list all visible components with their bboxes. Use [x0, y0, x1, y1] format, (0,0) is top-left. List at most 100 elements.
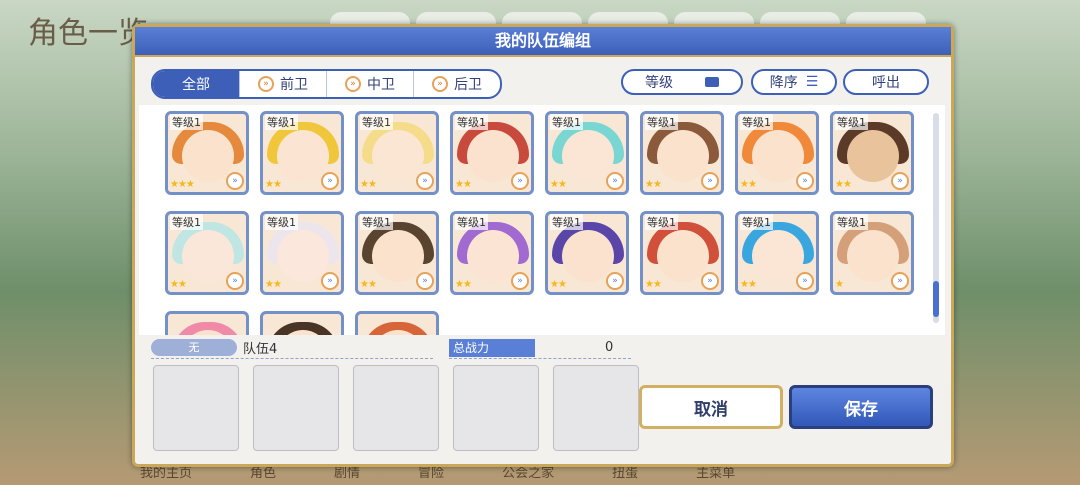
character-face — [277, 230, 329, 282]
character-card[interactable]: 等级1 ★★ » — [545, 111, 629, 195]
star-rating: ★★ — [645, 279, 662, 290]
level-label: 等级1 — [835, 214, 868, 230]
filter-label: 全部 — [182, 77, 210, 93]
position-icon: » — [511, 272, 529, 290]
character-card[interactable]: 等级1 ★★ » — [165, 211, 249, 295]
character-card[interactable]: 等级1 ★★ » — [260, 211, 344, 295]
character-card[interactable]: 等级1 ★★ » — [355, 111, 439, 195]
team-slot[interactable] — [553, 365, 639, 451]
position-icon: » — [891, 272, 909, 290]
team-badge: 无 — [151, 339, 237, 356]
sort-order-button[interactable]: 降序 ☰ — [751, 69, 837, 95]
character-card[interactable] — [165, 311, 249, 335]
character-face — [467, 130, 519, 182]
star-rating: ★★ — [550, 179, 567, 190]
character-card[interactable]: 等级1 ★★ » — [830, 111, 914, 195]
level-label: 等级1 — [645, 214, 678, 230]
character-face — [847, 230, 899, 282]
divider — [151, 358, 433, 359]
position-icon: » — [321, 272, 339, 290]
level-label: 等级1 — [455, 114, 488, 130]
filter-vanguard[interactable]: » 前卫 — [240, 71, 327, 97]
level-label: 等级1 — [740, 214, 773, 230]
level-label: 等级1 — [740, 114, 773, 130]
window-toggle-icon — [705, 77, 719, 87]
position-icon: » — [226, 272, 244, 290]
position-icon: » — [511, 172, 529, 190]
level-label: 等级1 — [550, 214, 583, 230]
cancel-button[interactable]: 取消 — [639, 385, 783, 429]
team-slot[interactable] — [353, 365, 439, 451]
character-grid-area: 等级1 ★★★» 等级1 ★★» 等级1 ★★» 等级1 ★★» 等级1 ★★» 等级1 ★★» 等级1… — [139, 105, 945, 335]
character-card[interactable]: 等级1 ★★ » — [450, 211, 534, 295]
sort-key-button[interactable]: 等级 — [621, 69, 743, 95]
vanguard-icon: » — [258, 76, 274, 92]
character-grid: 等级1 ★★★» 等级1 ★★» 等级1 ★★» 等级1 ★★» 等级1 ★★» 等级1 ★★» 等级1… — [165, 111, 914, 335]
star-rating: ★★ — [550, 279, 567, 290]
character-face — [752, 230, 804, 282]
team-slot[interactable] — [153, 365, 239, 451]
character-face — [182, 130, 234, 182]
position-icon: » — [416, 272, 434, 290]
character-card[interactable]: 等级1 ★★ » — [640, 211, 724, 295]
star-rating: ★★ — [265, 179, 282, 190]
total-power-label: 总战力 — [449, 339, 535, 357]
position-icon: » — [796, 172, 814, 190]
character-face — [657, 130, 709, 182]
level-label: 等级1 — [550, 114, 583, 130]
rearguard-icon: » — [432, 76, 448, 92]
midguard-icon: » — [345, 76, 361, 92]
character-face — [657, 230, 709, 282]
sort-lines-icon: ☰ — [805, 74, 819, 90]
character-face — [562, 130, 614, 182]
position-icon: » — [416, 172, 434, 190]
character-card[interactable]: 等级1 ★★ » — [545, 211, 629, 295]
character-card[interactable]: 等级1 ★ » — [830, 211, 914, 295]
star-rating: ★★ — [360, 179, 377, 190]
star-rating: ★★ — [265, 279, 282, 290]
filter-all[interactable]: 全部 — [153, 71, 240, 97]
level-label: 等级1 — [265, 214, 298, 230]
character-face — [372, 130, 424, 182]
team-slot[interactable] — [453, 365, 539, 451]
character-card[interactable]: 等级1 ★★★ » — [165, 111, 249, 195]
team-info: 无 队伍4 — [151, 339, 433, 357]
level-label: 等级1 — [265, 114, 298, 130]
star-rating: ★★ — [645, 179, 662, 190]
save-button[interactable]: 保存 — [789, 385, 933, 429]
position-icon: » — [891, 172, 909, 190]
character-card[interactable]: 等级1 ★★ » — [450, 111, 534, 195]
call-button[interactable]: 呼出 — [843, 69, 929, 95]
character-face — [847, 130, 899, 182]
star-rating: ★★ — [455, 179, 472, 190]
sort-key-label: 等级 — [645, 75, 673, 91]
character-card[interactable]: 等级1 ★★ » — [735, 211, 819, 295]
character-face — [752, 130, 804, 182]
star-rating: ★★ — [835, 179, 852, 190]
star-rating: ★★★ — [170, 179, 195, 190]
level-label: 等级1 — [835, 114, 868, 130]
team-slot[interactable] — [253, 365, 339, 451]
position-icon: » — [606, 172, 624, 190]
position-icon: » — [606, 272, 624, 290]
character-card[interactable] — [260, 311, 344, 335]
character-card[interactable]: 等级1 ★★ » — [260, 111, 344, 195]
character-card[interactable] — [355, 311, 439, 335]
star-rating: ★★ — [740, 179, 757, 190]
filter-rearguard[interactable]: » 后卫 — [414, 71, 500, 97]
character-card[interactable]: 等级1 ★★ » — [640, 111, 724, 195]
team-formation-dialog: 我的队伍编组 全部 » 前卫 » 中卫 » 后卫 等级 降序 ☰ 呼出 等级1 ★… — [132, 24, 954, 467]
call-label: 呼出 — [872, 75, 900, 91]
character-card[interactable]: 等级1 ★★ » — [355, 211, 439, 295]
level-label: 等级1 — [360, 214, 393, 230]
sort-order-label: 降序 — [769, 75, 798, 91]
scrollbar-thumb[interactable] — [933, 281, 939, 317]
star-rating: ★★ — [455, 279, 472, 290]
star-rating: ★ — [835, 279, 844, 290]
character-card[interactable]: 等级1 ★★ » — [735, 111, 819, 195]
level-label: 等级1 — [455, 214, 488, 230]
character-face — [467, 230, 519, 282]
star-rating: ★★ — [740, 279, 757, 290]
character-face — [562, 230, 614, 282]
filter-midguard[interactable]: » 中卫 — [327, 71, 414, 97]
